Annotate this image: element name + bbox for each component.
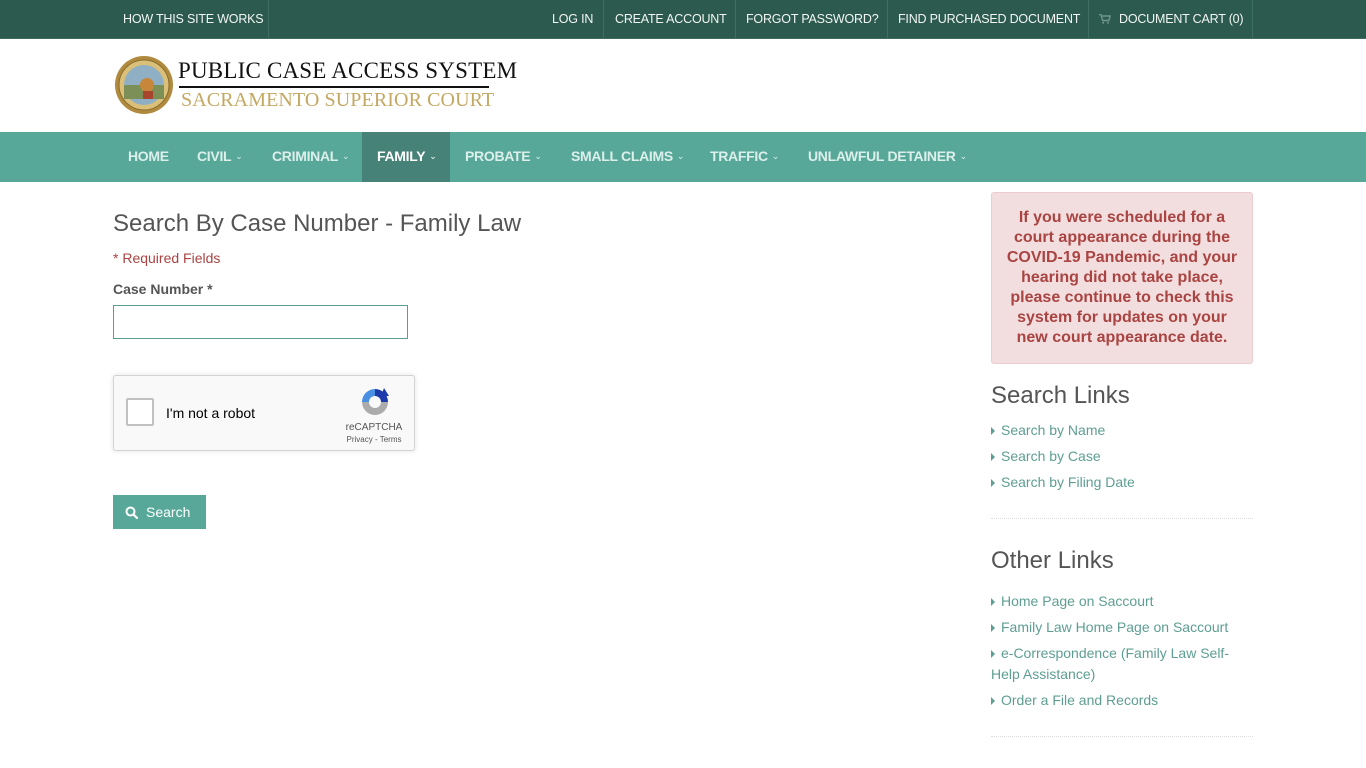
top-utility-bar: HOW THIS SITE WORKS LOG IN CREATE ACCOUN… [0,0,1366,39]
nav-small-claims[interactable]: SMALL CLAIMS ⌄ [556,132,699,182]
nav-small-claims-label: SMALL CLAIMS [571,148,673,164]
chevron-down-icon: ⌄ [534,151,542,161]
nav-traffic-label: TRAFFIC [710,148,768,164]
family-law-home-page-link[interactable]: Family Law Home Page on Saccourt [991,617,1253,638]
caret-right-icon [991,697,995,705]
search-links-heading: Search Links [991,382,1130,409]
how-this-site-works-link[interactable]: HOW THIS SITE WORKS [113,0,273,38]
document-cart-label: DOCUMENT CART (0) [1119,12,1244,26]
logo-divider [179,86,489,88]
chevron-down-icon: ⌄ [771,151,780,161]
site-subtitle: SACRAMENTO SUPERIOR COURT [181,89,495,111]
chevron-down-icon: ⌄ [342,151,350,161]
nav-criminal[interactable]: CRIMINAL ⌄ [257,132,364,182]
nav-unlawful-detainer-label: UNLAWFUL DETAINER [808,148,956,164]
link-label: e-Correspondence (Family Law Self-Help A… [991,645,1229,682]
recaptcha-privacy-terms[interactable]: Privacy - Terms [338,435,410,444]
divider [603,0,604,38]
caret-right-icon [991,479,995,487]
search-button[interactable]: Search [113,495,206,529]
search-by-filing-date-link[interactable]: Search by Filing Date [991,472,1253,493]
nav-home[interactable]: HOME [113,132,184,182]
covid-alert: If you were scheduled for a court appear… [991,192,1253,364]
link-label: Family Law Home Page on Saccourt [1001,619,1229,635]
main-navigation: HOME CIVIL ⌄ CRIMINAL ⌄ FAMILY ⌄ PROBATE ⌄ S… [0,132,1366,182]
required-fields-note: * Required Fields [113,250,221,266]
divider [268,0,269,38]
recaptcha-label: I'm not a robot [166,405,256,421]
link-label: Search by Name [1001,422,1106,438]
recaptcha-widget: I'm not a robot reCAPTCHA Privacy - Term… [113,375,415,451]
nav-family[interactable]: FAMILY ⌄ [362,132,450,182]
nav-criminal-label: CRIMINAL [272,148,339,164]
nav-probate[interactable]: PROBATE ⌄ [450,132,557,182]
home-page-saccourt-link[interactable]: Home Page on Saccourt [991,591,1253,612]
search-by-name-link[interactable]: Search by Name [991,420,1253,441]
order-file-records-link[interactable]: Order a File and Records [991,690,1253,711]
court-seal-logo[interactable] [114,55,174,115]
search-by-case-link[interactable]: Search by Case [991,446,1253,467]
log-in-link[interactable]: LOG IN [542,0,603,38]
create-account-link[interactable]: CREATE ACCOUNT [605,0,737,38]
chevron-down-icon: ⌄ [235,151,243,161]
divider [991,736,1253,737]
recaptcha-logo-icon [362,388,389,415]
other-links-heading: Other Links [991,547,1114,574]
find-purchased-document-link[interactable]: FIND PURCHASED DOCUMENT [888,0,1090,38]
forgot-password-link[interactable]: FORGOT PASSWORD? [736,0,888,38]
case-number-label: Case Number * [113,281,213,297]
nav-home-label: HOME [128,148,169,164]
caret-right-icon [991,453,995,461]
link-label: Order a File and Records [1001,692,1159,708]
case-number-input[interactable] [113,305,408,339]
document-cart-link[interactable]: DOCUMENT CART (0) [1089,0,1253,38]
recaptcha-checkbox[interactable] [126,398,154,426]
page-title: Search By Case Number - Family Law [113,210,522,237]
caret-right-icon [991,624,995,632]
divider [1252,0,1253,38]
nav-family-label: FAMILY [377,148,426,164]
link-label: Search by Case [1001,448,1101,464]
shopping-cart-icon [1099,14,1111,24]
link-label: Search by Filing Date [1001,474,1135,490]
site-title: PUBLIC CASE ACCESS SYSTEM [178,58,518,83]
nav-traffic[interactable]: TRAFFIC ⌄ [695,132,794,182]
chevron-down-icon: ⌄ [959,151,968,161]
nav-civil[interactable]: CIVIL ⌄ [182,132,258,182]
caret-right-icon [991,598,995,606]
nav-unlawful-detainer[interactable]: UNLAWFUL DETAINER ⌄ [793,132,982,182]
search-button-label: Search [146,504,191,520]
caret-right-icon [991,650,995,658]
chevron-down-icon: ⌄ [676,151,685,161]
nav-probate-label: PROBATE [465,148,531,164]
chevron-down-icon: ⌄ [429,151,437,161]
caret-right-icon [991,427,995,435]
recaptcha-brand: reCAPTCHA [345,422,403,433]
search-icon [125,506,138,519]
divider [991,518,1253,519]
link-label: Home Page on Saccourt [1001,593,1154,609]
e-correspondence-link[interactable]: e-Correspondence (Family Law Self-Help A… [991,643,1253,685]
nav-civil-label: CIVIL [197,148,232,164]
